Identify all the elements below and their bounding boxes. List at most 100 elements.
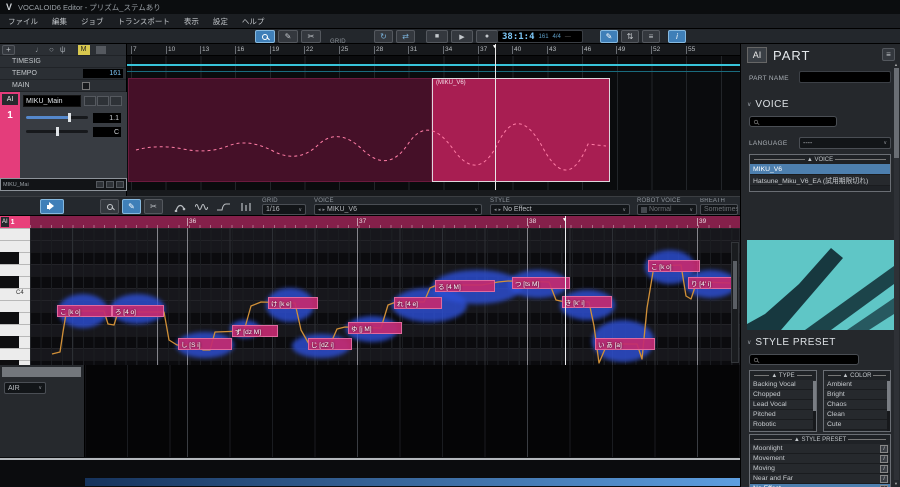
scrollbar-thumb[interactable] [813,381,816,411]
timesig-lane[interactable]: TIMESIG [0,56,126,68]
menu-item[interactable]: 表示 [184,16,199,27]
punch-button[interactable]: ⇄ [396,30,415,43]
voice-section-header[interactable]: ∨ VOICE [747,99,789,110]
panel-scrollbar[interactable]: ▲ ▼ [894,68,899,480]
black-key[interactable] [0,336,19,348]
note[interactable]: ろ [4 o] [112,305,164,317]
voice-search-input[interactable] [749,116,837,127]
color-list-item[interactable]: Cute [824,420,890,430]
menu-item[interactable]: 設定 [213,16,228,27]
preset-info-button[interactable]: i [880,475,888,483]
volume-handle[interactable] [68,113,71,122]
type-list-scrollbar[interactable] [813,381,816,431]
pencil-tool-button[interactable]: ✎ [278,30,298,43]
pr-voice-select[interactable]: ◂ ▸ MIKU_V6 ∨ [314,204,482,215]
black-key[interactable] [0,276,19,288]
pianoroll-vscrollbar[interactable] [731,242,739,363]
arrangement-playhead[interactable]: ▼ [495,44,496,190]
collapsed-track-button-2[interactable] [106,181,114,188]
piano-keyboard[interactable]: C4 [0,228,30,365]
pan-slider[interactable] [26,130,88,133]
collapsed-track-button-3[interactable] [116,181,124,188]
hscroll-thumb[interactable] [85,478,740,486]
menu-item[interactable]: ファイル [8,16,38,27]
note[interactable]: し [S i] [178,338,232,350]
style-next-icon[interactable]: ▸ [499,207,502,213]
scrollbar-thumb[interactable] [894,68,899,158]
menu-list-button[interactable]: ≡ [642,30,660,43]
pr-style-select[interactable]: ◂ ▸ No Effect ∨ [490,204,630,215]
arrangement-grid[interactable]: (MIKU_V6) [127,56,740,190]
pr-wave-tool[interactable] [192,199,211,214]
keyboard-scroll-handle[interactable] [2,367,81,377]
note[interactable]: ゆ [j M] [348,322,402,334]
master-mute-button[interactable]: M [78,45,90,55]
scroll-down-icon[interactable]: ▼ [893,481,899,486]
parameter-canvas[interactable] [85,365,740,457]
style-preset-item[interactable]: Moving i [750,464,890,474]
scrollbar-thumb[interactable] [887,381,890,411]
style-preset-item[interactable]: Moonlight i [750,444,890,454]
color-list-item[interactable]: Bright [824,390,890,400]
note[interactable]: き [k' i] [562,296,612,308]
pr-grid-select[interactable]: 1/16 ∨ [262,204,306,215]
note-grid[interactable]: こ [k o] ろ [4 o] し [S i] ず [dz M] け [k e] [30,228,740,365]
track-name-field[interactable]: MIKU_Main [23,95,81,107]
type-list-item[interactable]: Chopped [750,390,816,400]
note[interactable]: つ [ts M] [512,277,570,289]
stop-button[interactable]: ■ [426,30,448,43]
tuning-fork-icon[interactable]: ψ [60,46,66,54]
metronome-icon[interactable]: ♩ [35,46,43,54]
parameter-select[interactable]: AIR ∨ [4,382,46,394]
robot-checkbox[interactable] [641,207,647,213]
arrangement-ruler[interactable]: 710131619222528313437404346495255 [127,44,740,56]
main-checkbox[interactable] [82,82,90,90]
tempo-value-box[interactable]: 161 [83,69,123,78]
note[interactable]: ず [dz M] [232,325,278,337]
voice-next-icon[interactable]: ▸ [323,207,326,213]
zoom-tool-button[interactable] [255,30,275,43]
pianoroll-ruler[interactable]: 36373839 [30,216,740,228]
loop-circle-icon[interactable]: ○ [49,46,54,54]
tempo-lane[interactable]: TEMPO 161 [0,68,126,80]
black-key[interactable] [0,312,19,324]
scrollbar-thumb[interactable] [733,261,737,309]
menu-item[interactable]: 編集 [52,16,67,27]
mixer-button[interactable]: ⇅ [621,30,639,43]
note[interactable]: れ [4 e] [394,297,442,309]
type-list-header[interactable]: ▲ TYPE [750,371,816,380]
mute-toggle[interactable] [96,46,106,54]
robot-voice-select[interactable]: Normal ∨ [637,204,697,215]
pr-pointer-curve-tool[interactable] [170,199,189,214]
pan-handle[interactable] [56,127,59,136]
style-section-header[interactable]: ∨ STYLE PRESET [747,337,836,348]
note[interactable]: こ [k o] [648,260,700,272]
color-list-header[interactable]: ▲ COLOR [824,371,890,380]
type-list-item[interactable]: Robotic [750,420,816,430]
voice-list-header[interactable]: ▲ VOICE [750,155,890,164]
play-button[interactable]: ▶ [451,30,473,43]
track-solo-button[interactable] [110,96,122,106]
pr-vibrato-tool[interactable] [214,199,233,214]
collapsed-track-row[interactable]: MIKU_Mai [0,178,127,191]
note[interactable]: け [k e] [268,297,318,309]
type-list-item[interactable]: Lead Vocal [750,400,816,410]
color-list-item[interactable]: Clean [824,410,890,420]
voice-list-item[interactable]: Hatsune_Miku_V6_EA (試用期限切れ) [750,175,890,186]
volume-slider[interactable] [26,116,88,119]
track-mute-button[interactable] [97,96,109,106]
voice-list-item[interactable]: MIKU_V6 [750,164,890,175]
main-lane[interactable]: MAIN [0,80,126,92]
pr-lines-tool[interactable] [236,199,255,214]
collapsed-track-button-1[interactable] [96,181,104,188]
pr-zoom-tool[interactable] [100,199,119,214]
scroll-up-icon[interactable]: ▲ [893,62,899,67]
color-list-item[interactable]: Chaos [824,400,890,410]
style-search-input[interactable] [749,354,859,365]
add-track-button[interactable]: + [2,45,15,55]
preset-info-button[interactable]: i [880,455,888,463]
type-list-item[interactable]: Backing Vocal [750,380,816,390]
note[interactable]: い あ [a] [595,338,655,350]
edit-panel-button[interactable]: ✎ [600,30,618,43]
pr-pencil-tool[interactable]: ✎ [122,199,141,214]
